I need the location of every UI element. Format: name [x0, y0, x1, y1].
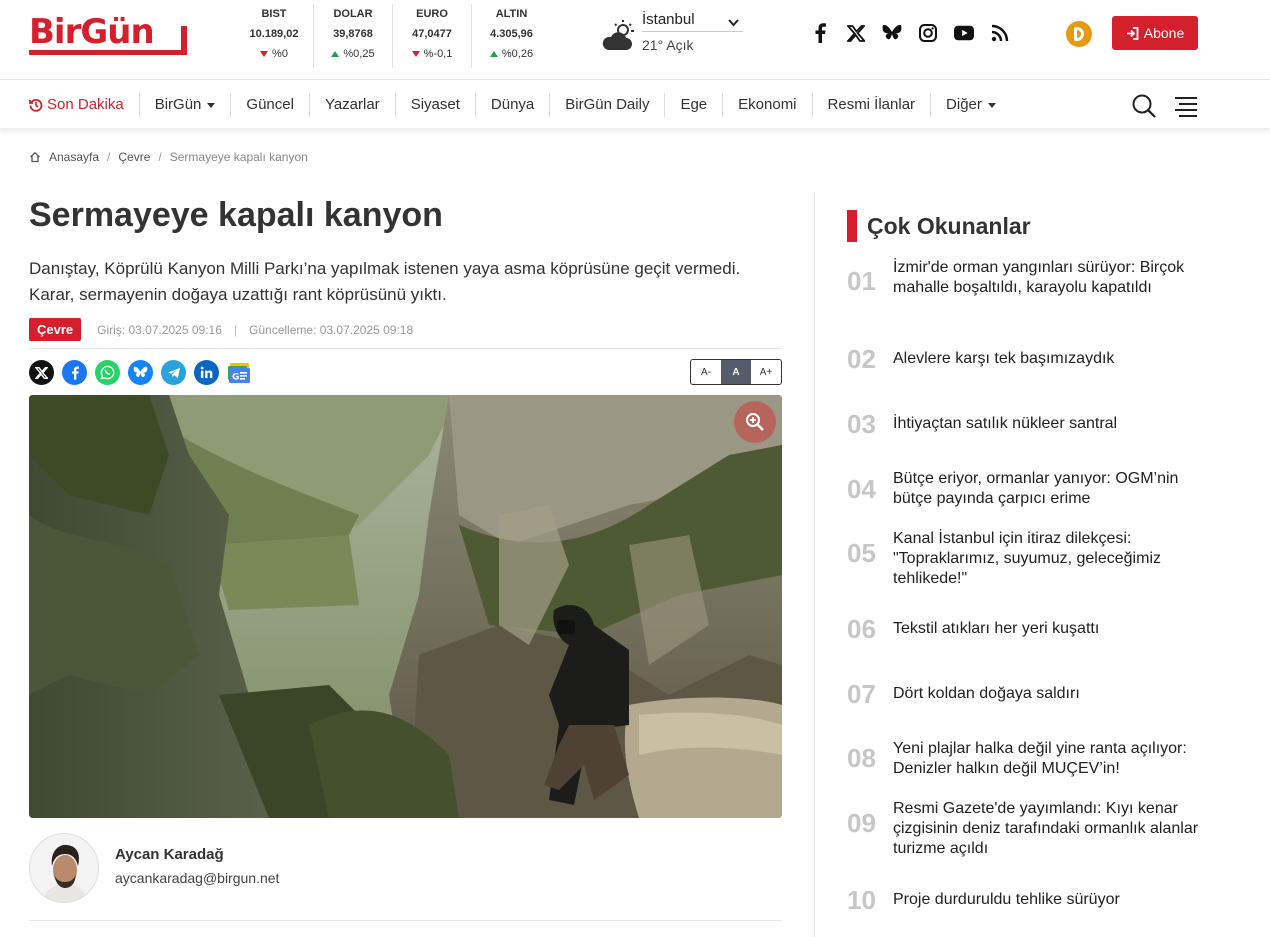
down-arrow-icon: [411, 51, 420, 57]
font-larger-button[interactable]: A+: [751, 360, 781, 384]
author-email[interactable]: aycankaradag@birgun.net: [115, 870, 279, 886]
share-bluesky-icon[interactable]: [128, 360, 153, 385]
font-size-controls: A- A A+: [690, 359, 782, 385]
main-nav: Son Dakika BirGün Güncel Yazarlar Siyase…: [0, 81, 1270, 129]
font-normal-button[interactable]: A: [721, 360, 751, 384]
caret-down-icon: [207, 102, 216, 108]
home-icon: [30, 151, 40, 163]
chevron-down-icon: [728, 14, 739, 34]
nav-ekonomi[interactable]: Ekonomi: [723, 93, 813, 117]
up-arrow-icon: [489, 51, 498, 57]
facebook-icon[interactable]: [810, 22, 830, 44]
share-telegram-icon[interactable]: [161, 360, 186, 385]
nav-guncel[interactable]: Güncel: [231, 93, 310, 117]
article-image[interactable]: [29, 395, 782, 818]
column-divider: [814, 192, 815, 937]
nav-yazarlar[interactable]: Yazarlar: [310, 93, 396, 117]
category-badge[interactable]: Çevre: [29, 318, 82, 341]
share-facebook-icon[interactable]: [62, 360, 87, 385]
login-icon: [1126, 26, 1139, 40]
social-links: [810, 22, 1010, 44]
updated-date: Güncelleme: 03.07.2025 09:18: [249, 322, 414, 337]
nav-resmi-ilanlar[interactable]: Resmi İlanlar: [813, 93, 932, 117]
share-buttons: G: [29, 360, 252, 385]
nav-son-dakika[interactable]: Son Dakika: [29, 93, 140, 117]
share-whatsapp-icon[interactable]: [95, 360, 120, 385]
coin-icon[interactable]: [1066, 21, 1092, 47]
nav-ege[interactable]: Ege: [665, 93, 724, 117]
google-news-icon[interactable]: G: [227, 360, 252, 385]
site-logo[interactable]: BirGün: [29, 12, 187, 56]
youtube-icon[interactable]: [954, 22, 974, 44]
bluesky-icon[interactable]: [882, 22, 902, 44]
article-lead: Danıştay, Köprülü Kanyon Milli Parkı’na …: [29, 259, 741, 304]
subscribe-button[interactable]: Abone: [1112, 16, 1198, 50]
svg-text:G: G: [232, 372, 239, 382]
avatar[interactable]: [29, 833, 99, 903]
market-bist[interactable]: BIST 10.189,02 %0: [235, 4, 314, 68]
nav-birgun[interactable]: BirGün: [140, 93, 232, 117]
author-name[interactable]: Aycan Karadağ: [115, 846, 224, 863]
market-euro[interactable]: EURO 47,0477 %-0,1: [393, 4, 472, 68]
breadcrumb-current: Sermayeye kapalı kanyon: [169, 150, 308, 164]
breadcrumb-home[interactable]: Anasayfa: [49, 150, 99, 164]
zoom-in-icon[interactable]: [734, 401, 776, 443]
font-smaller-button[interactable]: A-: [691, 360, 721, 384]
down-arrow-icon: [260, 51, 269, 57]
share-x-icon[interactable]: [29, 360, 54, 385]
caret-down-icon: [987, 102, 996, 108]
x-twitter-icon[interactable]: [846, 22, 866, 44]
history-icon: [29, 98, 43, 112]
article-meta: Çevre Giriş: 03.07.2025 09:16 | Güncelle…: [29, 318, 413, 341]
market-altin[interactable]: ALTIN 4.305,96 %0,26: [472, 4, 551, 68]
top-header: BirGün BIST 10.189,02 %0 DOLAR 39,8768 %…: [0, 0, 1270, 80]
market-dolar[interactable]: DOLAR 39,8768 %0,25: [314, 4, 393, 68]
instagram-icon[interactable]: [918, 22, 938, 44]
search-icon[interactable]: [1131, 93, 1157, 119]
weather-temp: 21° Açık: [642, 37, 694, 53]
market-ticker: BIST 10.189,02 %0 DOLAR 39,8768 %0,25 EU…: [235, 4, 551, 70]
weather-widget: İstanbul 21° Açık: [600, 10, 745, 60]
partly-cloudy-icon: [602, 20, 634, 50]
breadcrumb: Anasayfa / Çevre / Sermayeye kapalı kany…: [29, 150, 308, 164]
nav-dunya[interactable]: Dünya: [476, 93, 551, 117]
hamburger-menu-icon[interactable]: [1173, 95, 1197, 117]
logo-text: BirGün: [29, 12, 155, 52]
rss-icon[interactable]: [990, 22, 1010, 44]
city-select[interactable]: İstanbul: [642, 10, 743, 32]
nav-diger[interactable]: Diğer: [931, 93, 1011, 117]
canyon-photo: [29, 395, 782, 818]
article-title: Sermayeye kapalı kanyon: [29, 196, 443, 234]
author-box: Aycan Karadağ aycankaradag@birgun.net: [29, 833, 782, 921]
divider: [29, 348, 782, 349]
breadcrumb-section[interactable]: Çevre: [118, 150, 150, 164]
nav-siyaset[interactable]: Siyaset: [396, 93, 476, 117]
nav-birgun-daily[interactable]: BirGün Daily: [550, 93, 666, 117]
published-date: Giriş: 03.07.2025 09:16: [97, 322, 222, 337]
share-linkedin-icon[interactable]: [194, 360, 219, 385]
most-read-header: Çok Okunanlar: [847, 210, 1031, 242]
up-arrow-icon: [331, 51, 340, 57]
